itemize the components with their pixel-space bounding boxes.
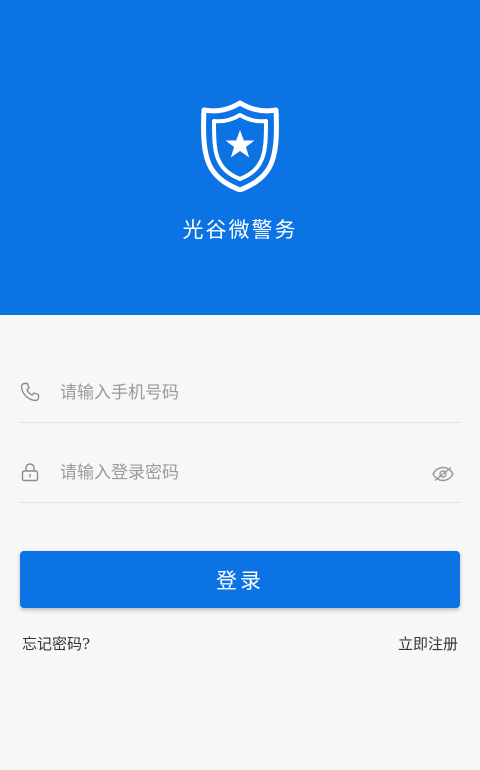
police-badge-icon xyxy=(201,100,279,192)
eye-slash-icon[interactable] xyxy=(432,466,454,482)
password-field xyxy=(20,432,460,503)
forgot-password-link[interactable]: 忘记密码? xyxy=(22,633,90,654)
register-link[interactable]: 立即注册 xyxy=(398,633,458,654)
login-button[interactable]: 登录 xyxy=(20,551,460,608)
phone-field xyxy=(20,352,460,423)
password-input[interactable] xyxy=(60,460,420,486)
login-form xyxy=(20,352,460,512)
app-title: 光谷微警务 xyxy=(182,218,298,242)
phone-icon xyxy=(20,382,40,402)
header-banner: 光谷微警务 xyxy=(0,0,480,315)
lock-icon xyxy=(21,463,39,482)
phone-input[interactable] xyxy=(60,380,420,406)
